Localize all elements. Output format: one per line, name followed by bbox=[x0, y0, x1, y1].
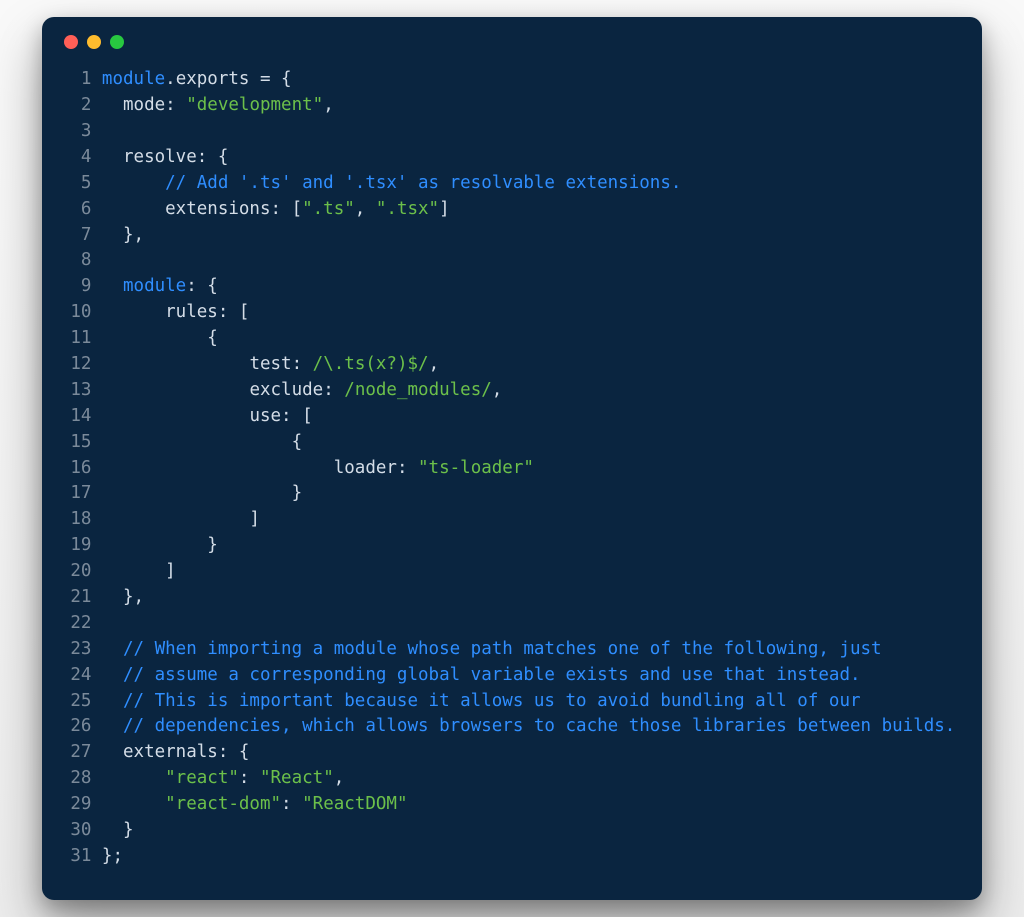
code-line: 10 rules: [ bbox=[64, 300, 960, 326]
line-number: 14 bbox=[64, 404, 91, 430]
code-line: 1 module.exports = { bbox=[64, 67, 960, 93]
line-number: 9 bbox=[64, 274, 91, 300]
line-number: 19 bbox=[64, 533, 91, 559]
code-line: 7 }, bbox=[64, 223, 960, 249]
code-line: 2 mode: "development", bbox=[64, 93, 960, 119]
line-content: }, bbox=[102, 585, 144, 611]
line-content: "react": "React", bbox=[102, 766, 344, 792]
line-content: exclude: /node_modules/, bbox=[102, 378, 502, 404]
line-content: // assume a corresponding global variabl… bbox=[102, 663, 861, 689]
code-line: 28 "react": "React", bbox=[64, 766, 960, 792]
line-number: 4 bbox=[64, 145, 91, 171]
close-icon[interactable] bbox=[64, 35, 78, 49]
code-line: 25 // This is important because it allow… bbox=[64, 689, 960, 715]
line-content: extensions: [".ts", ".tsx"] bbox=[102, 197, 450, 223]
line-content: }, bbox=[102, 223, 144, 249]
code-line: 29 "react-dom": "ReactDOM" bbox=[64, 792, 960, 818]
code-line: 4 resolve: { bbox=[64, 145, 960, 171]
line-number: 27 bbox=[64, 740, 91, 766]
code-line: 5 // Add '.ts' and '.tsx' as resolvable … bbox=[64, 171, 960, 197]
line-number: 30 bbox=[64, 818, 91, 844]
code-line: 22 bbox=[64, 611, 960, 637]
code-line: 23 // When importing a module whose path… bbox=[64, 637, 960, 663]
code-line: 8 bbox=[64, 248, 960, 274]
line-content: rules: [ bbox=[102, 300, 250, 326]
code-line: 31}; bbox=[64, 844, 960, 870]
line-number: 5 bbox=[64, 171, 91, 197]
line-content: // Add '.ts' and '.tsx' as resolvable ex… bbox=[102, 171, 681, 197]
line-content: resolve: { bbox=[102, 145, 228, 171]
line-content: externals: { bbox=[102, 740, 250, 766]
code-line: 21 }, bbox=[64, 585, 960, 611]
code-line: 14 use: [ bbox=[64, 404, 960, 430]
line-number: 17 bbox=[64, 481, 91, 507]
line-content: } bbox=[102, 533, 218, 559]
line-content: // dependencies, which allows browsers t… bbox=[102, 714, 955, 740]
line-content: } bbox=[102, 481, 302, 507]
line-number: 7 bbox=[64, 223, 91, 249]
code-line: 3 bbox=[64, 119, 960, 145]
code-line: 9 module: { bbox=[64, 274, 960, 300]
code-line: 17 } bbox=[64, 481, 960, 507]
code-line: 12 test: /\.ts(x?)$/, bbox=[64, 352, 960, 378]
line-number: 15 bbox=[64, 430, 91, 456]
line-number: 16 bbox=[64, 456, 91, 482]
line-content: // This is important because it allows u… bbox=[102, 689, 861, 715]
line-number: 13 bbox=[64, 378, 91, 404]
line-content: { bbox=[102, 326, 218, 352]
zoom-icon[interactable] bbox=[110, 35, 124, 49]
line-number: 29 bbox=[64, 792, 91, 818]
line-content: } bbox=[102, 818, 134, 844]
code-line: 24 // assume a corresponding global vari… bbox=[64, 663, 960, 689]
line-number: 3 bbox=[64, 119, 91, 145]
line-content: mode: "development", bbox=[102, 93, 334, 119]
line-number: 31 bbox=[64, 844, 91, 870]
code-line: 6 extensions: [".ts", ".tsx"] bbox=[64, 197, 960, 223]
code-window: 1module.exports = {2 mode: "development"… bbox=[42, 17, 982, 900]
code-line: 18 ] bbox=[64, 507, 960, 533]
line-content: // When importing a module whose path ma… bbox=[102, 637, 882, 663]
line-number: 25 bbox=[64, 689, 91, 715]
line-content: }; bbox=[102, 844, 123, 870]
code-line: 30 } bbox=[64, 818, 960, 844]
line-number: 12 bbox=[64, 352, 91, 378]
line-number: 18 bbox=[64, 507, 91, 533]
line-number: 24 bbox=[64, 663, 91, 689]
line-content: test: /\.ts(x?)$/, bbox=[102, 352, 439, 378]
line-number: 8 bbox=[64, 248, 91, 274]
line-content: loader: "ts-loader" bbox=[102, 456, 534, 482]
line-number: 21 bbox=[64, 585, 91, 611]
line-number: 23 bbox=[64, 637, 91, 663]
code-line: 15 { bbox=[64, 430, 960, 456]
line-number: 1 bbox=[64, 67, 91, 93]
line-number: 11 bbox=[64, 326, 91, 352]
code-editor[interactable]: 1module.exports = {2 mode: "development"… bbox=[42, 67, 982, 870]
code-line: 20 ] bbox=[64, 559, 960, 585]
line-content: ] bbox=[102, 507, 260, 533]
code-line: 16 loader: "ts-loader" bbox=[64, 456, 960, 482]
line-number: 28 bbox=[64, 766, 91, 792]
line-content: module: { bbox=[102, 274, 218, 300]
code-line: 27 externals: { bbox=[64, 740, 960, 766]
line-number: 26 bbox=[64, 714, 91, 740]
line-content: use: [ bbox=[102, 404, 313, 430]
code-line: 19 } bbox=[64, 533, 960, 559]
code-line: 26 // dependencies, which allows browser… bbox=[64, 714, 960, 740]
line-content: module.exports = { bbox=[102, 67, 292, 93]
line-content: { bbox=[102, 430, 302, 456]
line-number: 2 bbox=[64, 93, 91, 119]
window-titlebar bbox=[42, 35, 982, 67]
line-number: 6 bbox=[64, 197, 91, 223]
line-content: ] bbox=[102, 559, 176, 585]
code-line: 11 { bbox=[64, 326, 960, 352]
line-number: 22 bbox=[64, 611, 91, 637]
minimize-icon[interactable] bbox=[87, 35, 101, 49]
line-number: 10 bbox=[64, 300, 91, 326]
line-number: 20 bbox=[64, 559, 91, 585]
line-content: "react-dom": "ReactDOM" bbox=[102, 792, 408, 818]
code-line: 13 exclude: /node_modules/, bbox=[64, 378, 960, 404]
